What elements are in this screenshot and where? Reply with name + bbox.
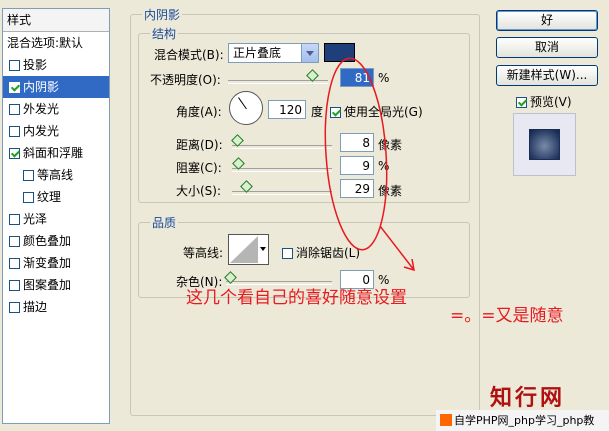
inner-shadow-title: 内阴影 (142, 6, 183, 23)
style-list-item[interactable]: 内阴影 (3, 76, 109, 98)
style-item-label: 颜色叠加 (23, 234, 72, 248)
watermark-footer-text: 自学PHP网_php学习_php教 (454, 414, 595, 427)
style-list-panel: 样式 混合选项:默认投影内阴影外发光内发光斜面和浮雕等高线纹理光泽颜色叠加渐变叠… (2, 8, 110, 424)
chevron-down-icon (301, 44, 318, 62)
preview-check[interactable] (516, 97, 527, 108)
watermark-footer: 自学PHP网_php学习_php教 (436, 410, 609, 431)
style-item-label: 内阴影 (23, 80, 60, 94)
style-list-item[interactable]: 渐变叠加 (3, 252, 109, 274)
style-item-checkbox[interactable] (9, 148, 20, 159)
contour-label: 等高线: (183, 246, 224, 260)
chevron-down-icon (260, 247, 266, 251)
size-label: 大小(S): (176, 184, 222, 198)
ok-button[interactable]: 好 (496, 10, 598, 31)
style-list-item[interactable]: 等高线 (3, 164, 109, 186)
contour-preview-icon (230, 236, 258, 263)
style-item-label: 渐变叠加 (23, 256, 72, 270)
style-item-label: 斜面和浮雕 (23, 146, 84, 160)
style-item-label: 外发光 (23, 102, 60, 116)
style-list-item[interactable]: 图案叠加 (3, 274, 109, 296)
style-item-checkbox[interactable] (9, 126, 20, 137)
preview-label: 预览(V) (530, 95, 572, 109)
style-item-label: 等高线 (37, 168, 74, 182)
style-list-header: 样式 (3, 9, 109, 32)
style-item-checkbox[interactable] (9, 302, 20, 313)
style-item-checkbox[interactable] (9, 258, 20, 269)
annotation-note-2: =。=又是随意 (450, 306, 564, 326)
annotation-note-1: 这几个看自己的喜好随意设置 (186, 288, 407, 308)
style-item-checkbox[interactable] (9, 236, 20, 247)
style-item-checkbox[interactable] (9, 60, 20, 71)
style-item-checkbox[interactable] (9, 280, 20, 291)
style-item-label: 投影 (23, 58, 48, 72)
contour-picker[interactable] (228, 234, 269, 265)
angle-label: 角度(A): (176, 105, 222, 119)
angle-dial[interactable] (229, 91, 263, 125)
style-list-item[interactable]: 颜色叠加 (3, 230, 109, 252)
style-list-item[interactable]: 描边 (3, 296, 109, 318)
style-list-item[interactable]: 光泽 (3, 208, 109, 230)
style-list-item[interactable]: 外发光 (3, 98, 109, 120)
style-list-item[interactable]: 投影 (3, 54, 109, 76)
style-item-checkbox[interactable] (9, 104, 20, 115)
quality-title: 品质 (150, 214, 179, 231)
style-preview-thumbnail (513, 113, 576, 176)
style-list-item[interactable]: 纹理 (3, 186, 109, 208)
style-item-checkbox[interactable] (23, 192, 34, 203)
style-item-label: 光泽 (23, 212, 48, 226)
choke-label: 阻塞(C): (176, 161, 222, 175)
annotation-ellipse-and-arrow (324, 57, 415, 272)
choke-slider[interactable] (232, 168, 332, 172)
style-item-label: 纹理 (37, 190, 62, 204)
style-list-item[interactable]: 混合选项:默认 (3, 32, 113, 54)
blend-mode-select[interactable]: 正片叠底 (228, 43, 319, 63)
blend-mode-label: 混合模式(B): (154, 48, 224, 62)
opacity-label: 不透明度(O): (150, 73, 221, 87)
cancel-button[interactable]: 取消 (496, 37, 598, 58)
angle-input[interactable]: 120 (268, 100, 306, 119)
style-item-checkbox[interactable] (9, 82, 20, 93)
distance-slider[interactable] (232, 145, 332, 149)
anti-alias-check[interactable] (282, 248, 293, 259)
watermark-logo: 知行网 (490, 386, 566, 411)
style-item-label: 描边 (23, 300, 48, 314)
php-logo-icon (440, 414, 452, 426)
style-list-item[interactable]: 内发光 (3, 120, 109, 142)
style-item-label: 混合选项:默认 (7, 36, 84, 50)
style-item-checkbox[interactable] (23, 170, 34, 181)
blend-mode-value: 正片叠底 (233, 46, 282, 60)
preview-swatch (530, 130, 559, 159)
new-style-button[interactable]: 新建样式(W)... (496, 65, 598, 86)
style-item-label: 图案叠加 (23, 278, 72, 292)
preview-checkbox[interactable]: 预览(V) (516, 93, 572, 110)
style-list-item[interactable]: 斜面和浮雕 (3, 142, 109, 164)
style-item-checkbox[interactable] (9, 214, 20, 225)
structure-title: 结构 (150, 25, 179, 42)
style-item-label: 内发光 (23, 124, 60, 138)
distance-label: 距离(D): (176, 138, 223, 152)
